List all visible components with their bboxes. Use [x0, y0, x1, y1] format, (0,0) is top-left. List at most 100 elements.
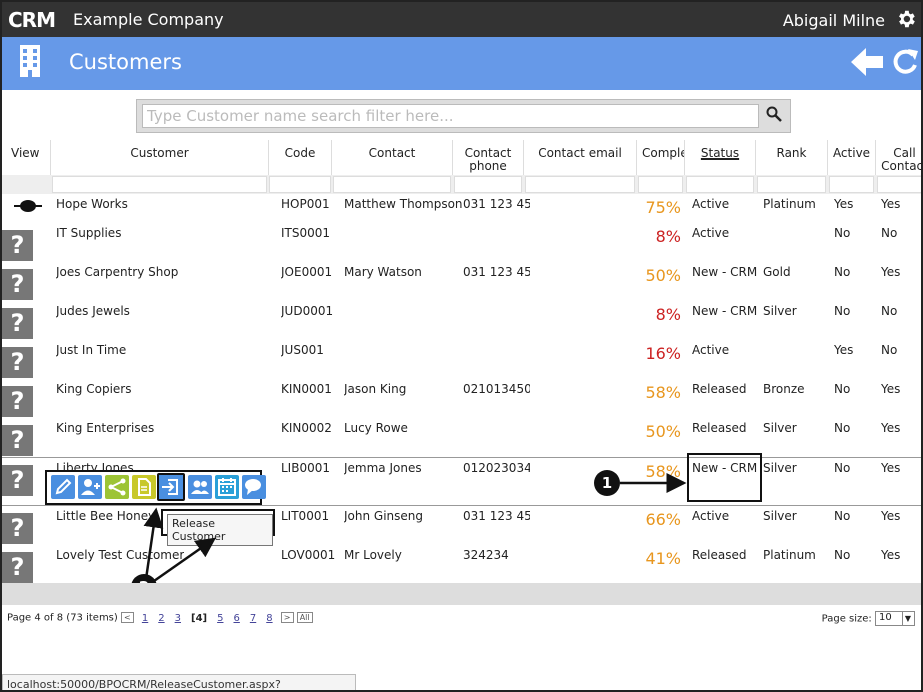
table-row[interactable]: ? IT Supplies ITS0001 8% Active No No: [2, 223, 921, 262]
col-header-customer[interactable]: Customer: [51, 140, 269, 176]
unknown-image-icon[interactable]: ?: [2, 513, 33, 544]
filter-code[interactable]: [269, 176, 331, 193]
table-row[interactable]: ? King Enterprises KIN0002 Lucy Rowe 50% Rele…: [2, 418, 921, 457]
pager-page-link[interactable]: 2: [158, 613, 164, 624]
unknown-image-icon[interactable]: ?: [2, 552, 33, 583]
customer-code: JUS001: [281, 343, 324, 357]
col-header-call-contact[interactable]: Call Contact: [876, 140, 921, 176]
unknown-image-icon[interactable]: ?: [2, 347, 33, 378]
pager-all-button[interactable]: All: [296, 612, 313, 623]
pager-prev-button[interactable]: <: [120, 612, 134, 623]
filter-phone[interactable]: [454, 176, 522, 193]
col-header-contact[interactable]: Contact: [332, 140, 453, 176]
search-bar: [136, 99, 791, 133]
status-value: New - CRM: [692, 304, 758, 318]
col-header-code[interactable]: Code: [269, 140, 332, 176]
filter-call[interactable]: [877, 176, 921, 193]
release-customer-icon[interactable]: [157, 473, 185, 501]
table-row[interactable]: ? King Copiers KIN0001 Jason King 0210134508…: [2, 379, 921, 418]
customer-name: Lovely Test Customer: [56, 548, 185, 562]
row-action-toolbar: [45, 470, 266, 505]
status-value: New - CRM: [692, 265, 758, 279]
share-icon[interactable]: [105, 475, 129, 499]
pager: Page 4 of 8 (73 items) < 1 2 3 [4] 5 6 7 8 > Al…: [7, 612, 313, 624]
calendar-icon[interactable]: [215, 475, 239, 499]
col-header-view[interactable]: View: [2, 140, 51, 176]
table-row[interactable]: ? Just In Time JUS001 16% Active Yes No: [2, 340, 921, 379]
customer-code: HOP001: [281, 197, 330, 211]
rank-value: Silver: [763, 461, 797, 475]
complete-percent: 50%: [645, 266, 681, 285]
pager-page-link[interactable]: [4]: [191, 613, 207, 624]
pager-page-link[interactable]: 8: [266, 613, 272, 624]
unknown-image-icon[interactable]: ?: [2, 308, 33, 339]
rank-value: Platinum: [763, 197, 816, 211]
building-icon: [20, 45, 40, 77]
pager-next-button[interactable]: >: [280, 612, 294, 623]
col-header-active[interactable]: Active: [828, 140, 876, 176]
document-icon[interactable]: [132, 475, 156, 499]
call-contact-value: Yes: [881, 548, 901, 562]
chevron-down-icon: ▼: [901, 612, 913, 625]
status-value: Active: [692, 509, 730, 523]
active-value: No: [834, 226, 851, 240]
contact-phone: 0210134508: [463, 382, 530, 396]
customer-name: King Copiers: [56, 382, 132, 396]
table-row[interactable]: ? Little Bee Honey LIT0001 John Ginseng 031 …: [2, 506, 921, 545]
user-name[interactable]: Abigail Milne: [783, 11, 885, 30]
contacts-icon[interactable]: [188, 475, 212, 499]
table-row[interactable]: ? Joes Carpentry Shop JOE0001 Mary Watson 03…: [2, 262, 921, 301]
company-name: Example Company: [73, 10, 224, 29]
filter-email[interactable]: [525, 176, 635, 193]
col-header-status[interactable]: Status: [685, 140, 756, 176]
unknown-image-icon[interactable]: ?: [2, 230, 33, 261]
filter-rank[interactable]: [757, 176, 826, 193]
contact-phone: 031 123 456: [463, 509, 530, 523]
gear-icon[interactable]: [895, 8, 917, 30]
rank-value: Bronze: [763, 382, 805, 396]
col-header-rank[interactable]: Rank: [756, 140, 828, 176]
filter-contact[interactable]: [333, 176, 451, 193]
edit-icon[interactable]: [51, 475, 75, 499]
active-value: No: [834, 421, 851, 435]
col-header-contact-email[interactable]: Contact email: [524, 140, 637, 176]
pager-page-link[interactable]: 5: [217, 613, 223, 624]
active-value: Yes: [834, 343, 854, 357]
pager-page-link[interactable]: 7: [250, 613, 256, 624]
unknown-image-icon[interactable]: ?: [2, 425, 33, 456]
back-arrow-icon[interactable]: [851, 47, 883, 77]
contact-phone: 031 123 456: [463, 265, 530, 279]
customer-name: King Enterprises: [56, 421, 155, 435]
complete-percent: 41%: [645, 549, 681, 568]
unknown-image-icon[interactable]: ?: [2, 386, 33, 417]
contact-name: Jason King: [344, 382, 407, 396]
pager-page-link[interactable]: 1: [142, 613, 148, 624]
unknown-image-icon[interactable]: ?: [2, 465, 33, 496]
customer-code: LIT0001: [281, 509, 330, 523]
customer-code: KIN0001: [281, 382, 332, 396]
filter-active[interactable]: [829, 176, 874, 193]
customer-name: Joes Carpentry Shop: [56, 265, 179, 279]
complete-percent: 58%: [645, 462, 681, 481]
filter-status[interactable]: [686, 176, 754, 193]
col-header-contact-phone[interactable]: Contact phone: [453, 140, 524, 176]
page-size-select[interactable]: 10 ▼: [875, 611, 915, 626]
refresh-icon[interactable]: [891, 47, 919, 77]
chat-icon[interactable]: [242, 475, 266, 499]
pager-page-link[interactable]: 3: [175, 613, 181, 624]
unknown-image-icon[interactable]: ?: [2, 269, 33, 300]
search-input[interactable]: [142, 104, 759, 128]
table-row[interactable]: ? Judes Jewels JUD0001 8% New - CRM Silver No N…: [2, 301, 921, 340]
customer-logo-icon[interactable]: [14, 198, 42, 214]
add-contact-icon[interactable]: [78, 475, 102, 499]
filter-customer[interactable]: [52, 176, 267, 193]
search-icon[interactable]: [766, 106, 782, 122]
col-header-complete[interactable]: Complet: [637, 140, 685, 176]
customer-name: Judes Jewels: [56, 304, 130, 318]
active-value: No: [834, 548, 851, 562]
filter-complete[interactable]: [638, 176, 683, 193]
complete-percent: 66%: [645, 510, 681, 529]
contact-name: Matthew Thompson: [344, 197, 463, 211]
rank-value: Silver: [763, 304, 797, 318]
pager-page-link[interactable]: 6: [233, 613, 239, 624]
